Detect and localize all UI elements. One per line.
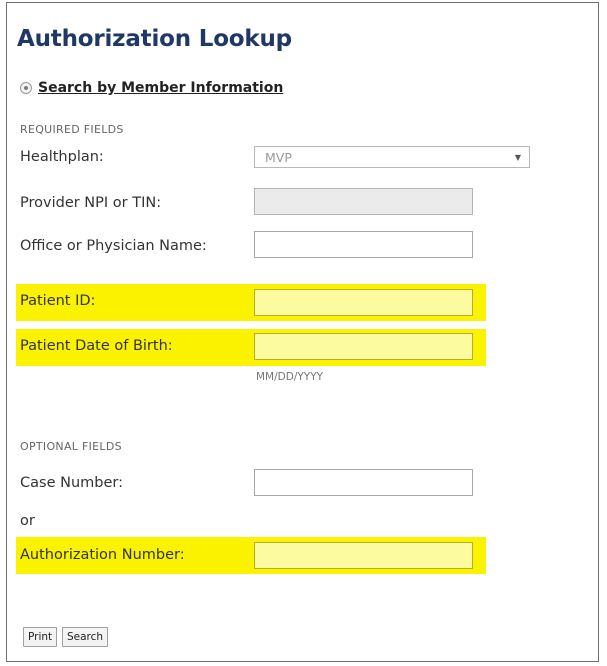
- or-separator: or: [20, 513, 35, 529]
- optional-fields-heading: OPTIONAL FIELDS: [20, 440, 122, 453]
- patient-id-label: Patient ID:: [20, 293, 96, 309]
- required-fields-heading: REQUIRED FIELDS: [20, 123, 124, 136]
- patient-dob-input[interactable]: [254, 333, 473, 360]
- search-mode-label[interactable]: Search by Member Information: [38, 80, 283, 96]
- provider-npi-input[interactable]: [254, 188, 473, 215]
- search-button[interactable]: Search: [62, 627, 109, 647]
- healthplan-label: Healthplan:: [20, 149, 104, 165]
- authorization-number-input[interactable]: [254, 542, 473, 569]
- case-number-input[interactable]: [254, 469, 473, 496]
- patient-dob-label: Patient Date of Birth:: [20, 338, 173, 354]
- date-format-hint: MM/DD/YYYY: [256, 371, 324, 383]
- search-by-member-option[interactable]: Search by Member Information: [20, 80, 283, 96]
- case-number-label: Case Number:: [20, 475, 123, 491]
- provider-npi-label: Provider NPI or TIN:: [20, 195, 162, 211]
- print-button[interactable]: Print: [23, 627, 58, 647]
- page-title: Authorization Lookup: [17, 26, 292, 52]
- healthplan-select[interactable]: MVP ▼: [254, 146, 530, 168]
- radio-selected-icon[interactable]: [20, 82, 32, 94]
- office-physician-label: Office or Physician Name:: [20, 238, 207, 254]
- healthplan-selected-value: MVP: [265, 149, 292, 165]
- chevron-down-icon[interactable]: ▼: [515, 153, 521, 162]
- office-physician-input[interactable]: [254, 231, 473, 258]
- authorization-number-label: Authorization Number:: [20, 547, 185, 563]
- patient-id-input[interactable]: [254, 289, 473, 316]
